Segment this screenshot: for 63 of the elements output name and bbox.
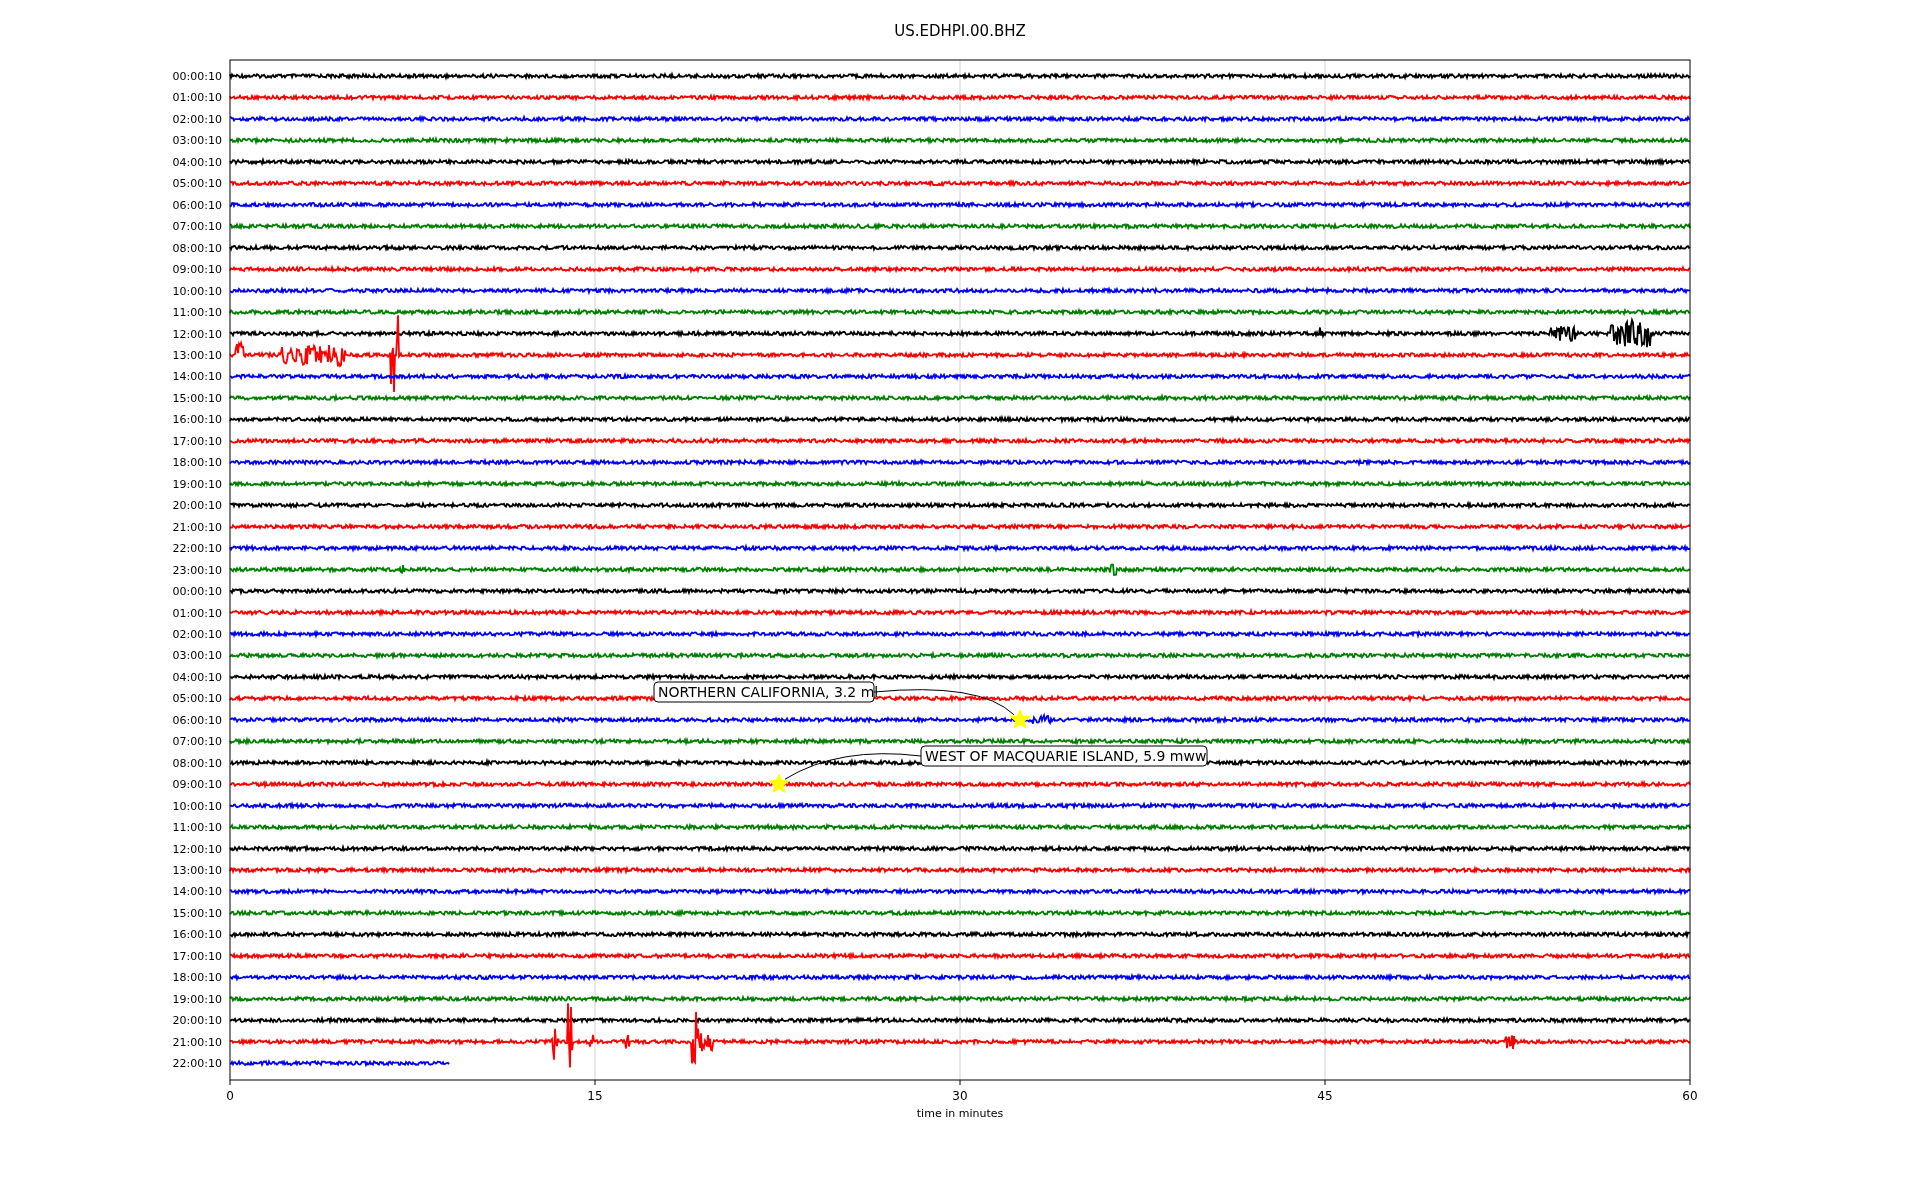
axis-tick-label: 20:00:10 (172, 1014, 222, 1028)
tick-mark (1324, 1079, 1326, 1086)
star-icon (1010, 709, 1030, 729)
axis-tick-label: 16:00:10 (172, 413, 222, 427)
axis-tick-label: 09:00:10 (172, 263, 222, 277)
plot-title: US.EDHPI.00.BHZ (894, 22, 1026, 42)
axis-tick-label: 03:00:10 (172, 649, 222, 663)
axis-tick-label: 22:00:10 (172, 542, 222, 556)
tick-mark (594, 1079, 596, 1086)
axis-tick-label: 22:00:10 (172, 1057, 222, 1071)
tick-mark (1689, 1079, 1691, 1086)
axis-tick-label: 30 (952, 1089, 968, 1103)
axis-tick-label: 06:00:10 (172, 713, 222, 727)
axis-tick-label: 07:00:10 (172, 220, 222, 234)
axis-tick-label: 01:00:10 (172, 606, 222, 620)
axis-tick-label: 14:00:10 (172, 370, 222, 384)
axis-tick-label: 60 (1682, 1089, 1698, 1103)
axis-tick-label: 02:00:10 (172, 627, 222, 641)
axis-tick-label: 21:00:10 (172, 520, 222, 534)
axis-tick-label: 06:00:10 (172, 198, 222, 212)
axis-tick-label: 19:00:10 (172, 477, 222, 491)
axis-tick-label: 02:00:10 (172, 112, 222, 126)
axis-tick-label: 17:00:10 (172, 434, 222, 448)
axis-tick-label: 00:00:10 (172, 70, 222, 83)
axis-tick-label: 12:00:10 (172, 842, 222, 856)
axis-tick-label: 07:00:10 (172, 735, 222, 749)
axis-tick-label: 20:00:10 (172, 499, 222, 513)
axis-tick-label: 13:00:10 (172, 349, 222, 362)
axis-tick-label: 21:00:10 (172, 1035, 222, 1049)
axis-tick-label: 12:00:10 (172, 327, 222, 341)
axis-tick-label: 03:00:10 (172, 134, 222, 148)
axis-tick-label: 14:00:10 (172, 885, 222, 899)
axis-tick-label: 13:00:10 (172, 864, 222, 877)
axis-label: time in minutes (916, 1107, 1004, 1120)
axis-tick-label: 00:00:10 (172, 585, 222, 599)
axis-tick-label: 10:00:10 (172, 284, 222, 298)
axis-tick-label: 15 (587, 1089, 603, 1103)
star-icon (769, 773, 789, 793)
axis-tick-label: 11:00:10 (172, 821, 222, 835)
axis-tick-label: 01:00:10 (172, 91, 222, 105)
axis-tick-label: 17:00:10 (172, 949, 222, 963)
axis-tick-label: 18:00:10 (172, 971, 222, 985)
axis-tick-label: 0 (226, 1089, 234, 1103)
axis-tick-label: 09:00:10 (172, 778, 222, 792)
axis-tick-label: 04:00:10 (172, 670, 222, 684)
axis-tick-label: 23:00:10 (172, 563, 222, 577)
axis-tick-label: 15:00:10 (172, 391, 222, 405)
axis-tick-label: 05:00:10 (172, 692, 222, 706)
tick-mark (959, 1079, 961, 1086)
axis-tick-label: 16:00:10 (172, 928, 222, 942)
axis-tick-label: 15:00:10 (172, 906, 222, 920)
axis-tick-label: 19:00:10 (172, 992, 222, 1006)
axis-tick-label: 04:00:10 (172, 155, 222, 169)
axis-tick-label: 18:00:10 (172, 456, 222, 470)
tick-mark (229, 1079, 231, 1086)
axis-tick-label: 05:00:10 (172, 177, 222, 191)
axis-tick-label: 08:00:10 (172, 756, 222, 770)
annotation-label: WEST OF MACQUARIE ISLAND, 5.9 mww (920, 745, 1208, 767)
axis-tick-label: 10:00:10 (172, 799, 222, 813)
annotation-label: NORTHERN CALIFORNIA, 3.2 ml (653, 681, 879, 703)
axis-tick-label: 08:00:10 (172, 241, 222, 255)
axis-tick-label: 45 (1317, 1089, 1333, 1103)
axis-tick-label: 11:00:10 (172, 306, 222, 320)
